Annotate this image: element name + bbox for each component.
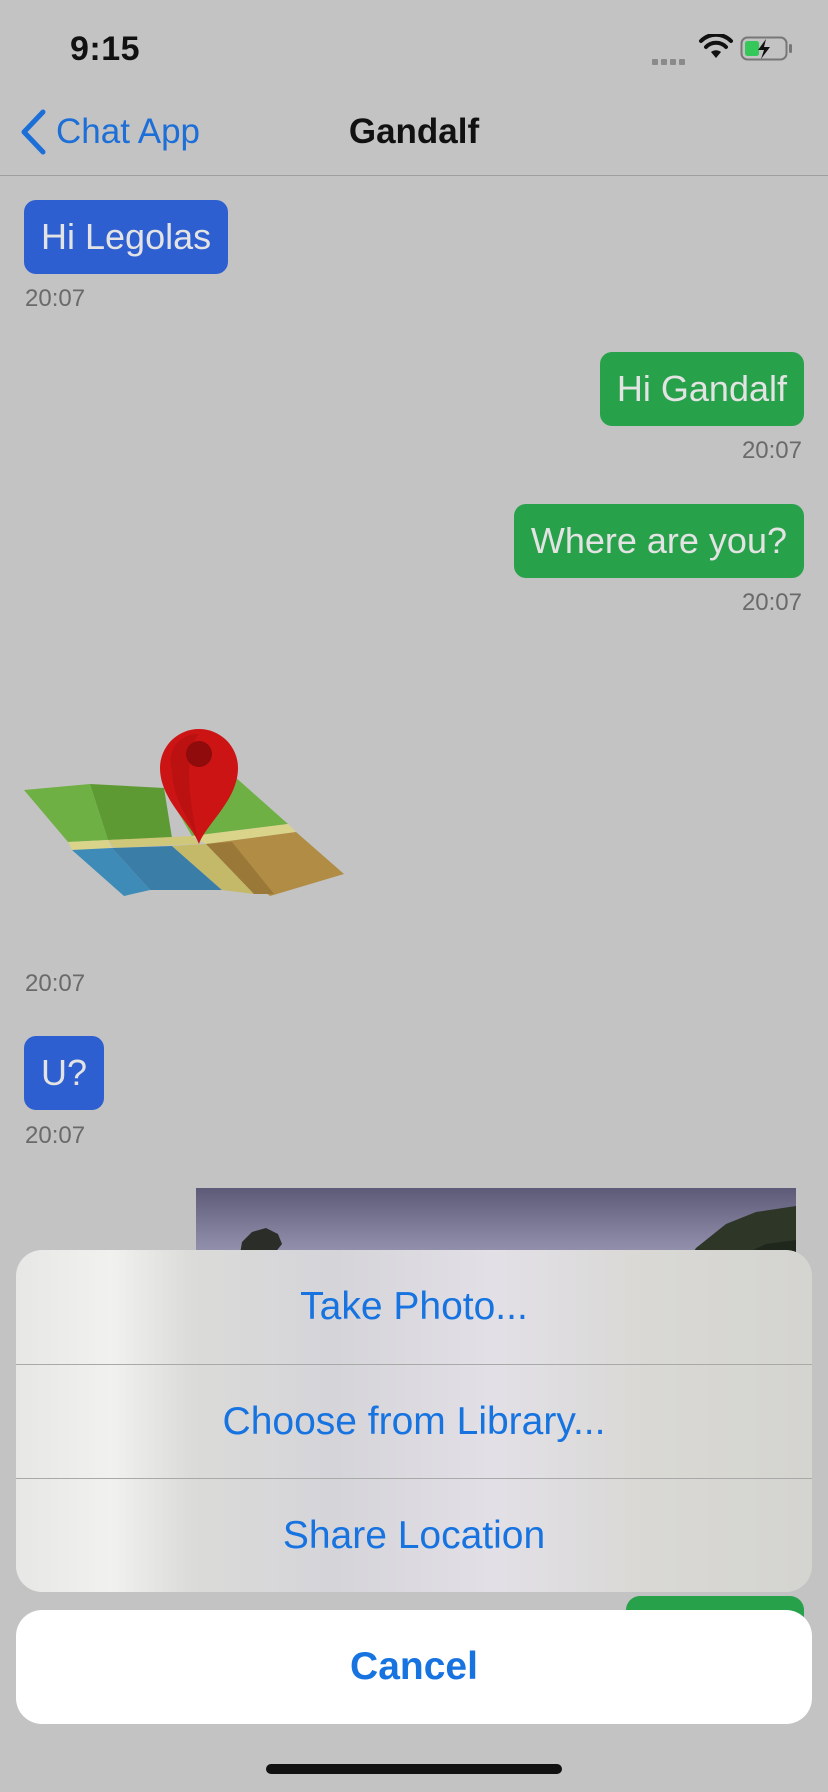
- action-sheet: Take Photo... Choose from Library... Sha…: [16, 1250, 812, 1592]
- choose-from-library-button[interactable]: Choose from Library...: [16, 1365, 812, 1479]
- message-bubble[interactable]: Hi Legolas: [24, 200, 229, 274]
- conversation-title: Gandalf: [348, 112, 480, 151]
- take-photo-button[interactable]: Take Photo...: [16, 1250, 812, 1364]
- message-bubble[interactable]: U?: [24, 1036, 105, 1110]
- message-timestamp: 20:07: [741, 589, 802, 616]
- share-location-button[interactable]: Share Location: [16, 1479, 812, 1592]
- wifi-icon: [698, 32, 734, 65]
- cancel-button[interactable]: Cancel: [16, 1610, 812, 1724]
- map-location-icon[interactable]: [22, 712, 350, 907]
- message-timestamp: 20:07: [25, 1122, 86, 1149]
- battery-charging-icon: [740, 36, 794, 67]
- status-time: 9:15: [70, 30, 141, 68]
- home-indicator[interactable]: [266, 1764, 562, 1774]
- message-bubble[interactable]: Where are you?: [513, 504, 804, 578]
- cellular-signal-icon: [652, 52, 688, 70]
- message-bubble[interactable]: Hi Gandalf: [599, 352, 804, 426]
- message-timestamp: 20:07: [25, 970, 86, 997]
- message-timestamp: 20:07: [741, 437, 802, 464]
- message-timestamp: 20:07: [25, 285, 86, 312]
